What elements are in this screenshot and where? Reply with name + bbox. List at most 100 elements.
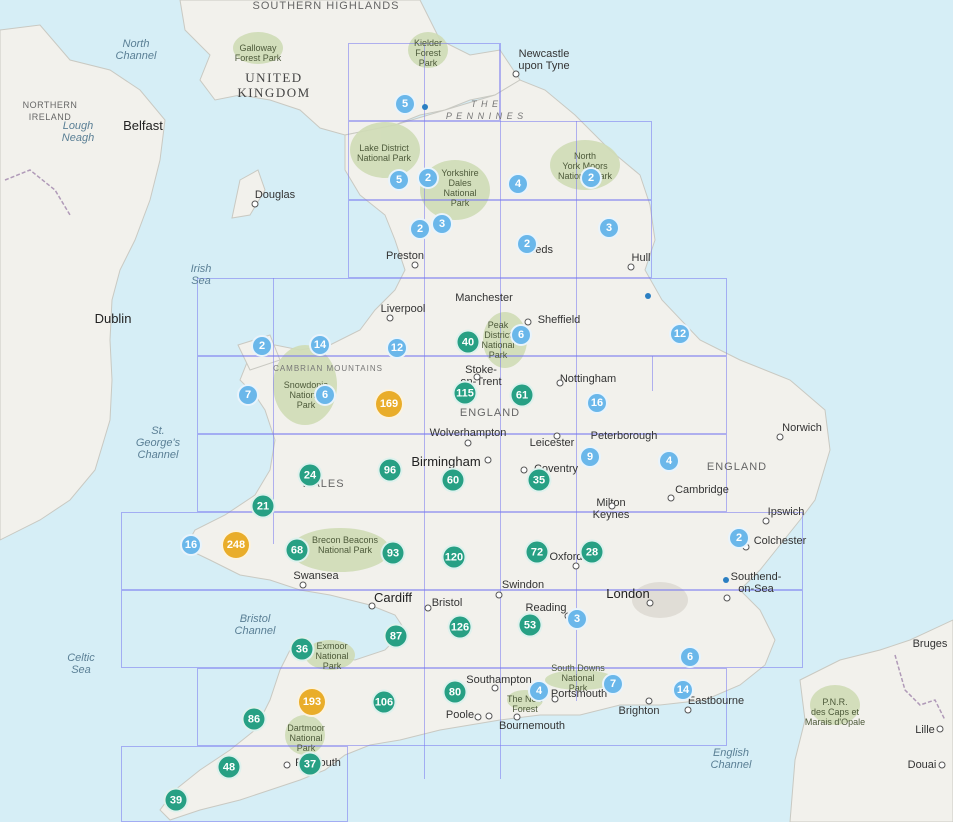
cluster-marker[interactable]: 3 [566, 608, 588, 630]
label-nottingham: Nottingham [559, 373, 617, 385]
cluster-marker[interactable]: 14 [309, 334, 331, 356]
cluster-marker[interactable]: 16 [180, 534, 202, 556]
label-eastbourne: Eastbourne [687, 695, 745, 707]
label-douglas: Douglas [254, 189, 296, 201]
city-dot [512, 70, 520, 78]
cluster-marker[interactable]: 2 [251, 335, 273, 357]
city-dot [608, 502, 616, 510]
label-the-pennines: T H E P E N N I N E S [445, 99, 525, 121]
label-lake-district: Lake District National Park [356, 143, 412, 163]
cluster-marker[interactable]: 68 [284, 537, 310, 563]
label-oxford: Oxford [549, 551, 583, 563]
city-dot [520, 466, 528, 474]
label-cambridge: Cambridge [675, 484, 729, 496]
label-bristol: Bristol [431, 597, 463, 609]
cluster-marker[interactable]: 93 [380, 540, 406, 566]
cluster-marker[interactable]: 126 [447, 614, 473, 640]
label-st-georges-channel: St. George's Channel [135, 425, 181, 461]
cluster-marker[interactable]: 36 [289, 636, 315, 662]
cluster-marker[interactable]: 6 [679, 646, 701, 668]
cluster-marker[interactable]: 2 [728, 527, 750, 549]
label-dublin: Dublin [94, 311, 132, 326]
cluster-marker[interactable]: 87 [383, 623, 409, 649]
city-dot [368, 602, 376, 610]
cluster-marker[interactable]: 24 [297, 462, 323, 488]
label-southampton: Southampton [466, 674, 532, 686]
cluster-marker[interactable]: 72 [524, 539, 550, 565]
label-belfast: Belfast [123, 118, 163, 133]
label-wolverhampton: Wolverhampton [429, 427, 507, 439]
cluster-marker[interactable]: 12 [669, 323, 691, 345]
point-marker[interactable] [422, 104, 428, 110]
cluster-marker[interactable]: 3 [598, 217, 620, 239]
cluster-marker[interactable]: 16 [586, 392, 608, 414]
cluster-marker[interactable]: 4 [507, 173, 529, 195]
cluster-marker[interactable]: 40 [455, 329, 481, 355]
cluster-marker[interactable]: 2 [409, 218, 431, 240]
city-dot [684, 706, 692, 714]
label-england-east: ENGLAND [706, 461, 768, 473]
label-exmoor: Exmoor National Park [315, 641, 349, 671]
city-dot [491, 684, 499, 692]
label-celtic-sea: Celtic Sea [67, 652, 95, 676]
cluster-marker[interactable]: 6 [510, 324, 532, 346]
cluster-marker[interactable]: 2 [516, 233, 538, 255]
cluster-marker[interactable]: 5 [394, 93, 416, 115]
cluster-marker[interactable]: 53 [517, 612, 543, 638]
cluster-marker[interactable]: 193 [297, 687, 327, 717]
cluster-marker[interactable]: 61 [509, 382, 535, 408]
label-lille: Lille [915, 724, 935, 736]
cluster-marker[interactable]: 28 [579, 539, 605, 565]
cluster-marker[interactable]: 2 [580, 167, 602, 189]
cluster-marker[interactable]: 9 [579, 446, 601, 468]
cluster-marker[interactable]: 3 [431, 213, 453, 235]
cluster-marker[interactable]: 37 [297, 751, 323, 777]
label-portsmouth: Portsmouth [550, 688, 608, 700]
map-view[interactable]: SOUTHERN HIGHLANDS North Channel Gallowa… [0, 0, 953, 822]
cluster-marker[interactable]: 12 [386, 337, 408, 359]
label-norwich: Norwich [782, 422, 822, 434]
cluster-marker[interactable]: 7 [602, 673, 624, 695]
point-marker[interactable] [645, 293, 651, 299]
cluster-marker[interactable]: 86 [241, 706, 267, 732]
cluster-marker[interactable]: 39 [163, 787, 189, 813]
cluster-marker[interactable]: 169 [374, 389, 404, 419]
label-liverpool: Liverpool [380, 303, 426, 315]
cluster-marker[interactable]: 115 [452, 380, 478, 406]
city-dot [723, 594, 731, 602]
cluster-marker[interactable]: 248 [221, 530, 251, 560]
cluster-marker[interactable]: 4 [528, 680, 550, 702]
point-marker[interactable] [723, 577, 729, 583]
cluster-marker[interactable]: 5 [388, 169, 410, 191]
cluster-marker[interactable]: 48 [216, 754, 242, 780]
cluster-marker[interactable]: 96 [377, 457, 403, 483]
city-dot [495, 591, 503, 599]
cluster-marker[interactable]: 2 [417, 167, 439, 189]
label-hull: Hull [631, 252, 651, 264]
cluster-marker[interactable]: 6 [314, 384, 336, 406]
city-dot [553, 432, 561, 440]
label-birmingham: Birmingham [411, 454, 481, 469]
label-london: London [606, 586, 650, 601]
cluster-marker[interactable]: 60 [440, 467, 466, 493]
label-sheffield: Sheffield [537, 314, 581, 326]
city-dot [627, 263, 635, 271]
label-manchester: Manchester [455, 292, 513, 304]
city-dot [556, 379, 564, 387]
label-bruges: Bruges [912, 638, 948, 650]
cluster-marker[interactable]: 35 [526, 467, 552, 493]
cluster-marker[interactable]: 106 [371, 689, 397, 715]
cluster-marker[interactable]: 120 [441, 544, 467, 570]
cluster-marker[interactable]: 4 [658, 450, 680, 472]
label-ipswich: Ipswich [767, 506, 805, 518]
city-dot [473, 373, 481, 381]
city-dot [645, 697, 653, 705]
label-cambrian: CAMBRIAN MOUNTAINS [273, 364, 383, 373]
city-dot [464, 439, 472, 447]
cluster-marker[interactable]: 7 [237, 384, 259, 406]
cluster-marker[interactable]: 21 [250, 493, 276, 519]
cluster-marker[interactable]: 14 [672, 679, 694, 701]
cluster-marker[interactable]: 80 [442, 679, 468, 705]
label-brecon: Brecon Beacons National Park [311, 535, 379, 555]
city-dot [386, 314, 394, 322]
